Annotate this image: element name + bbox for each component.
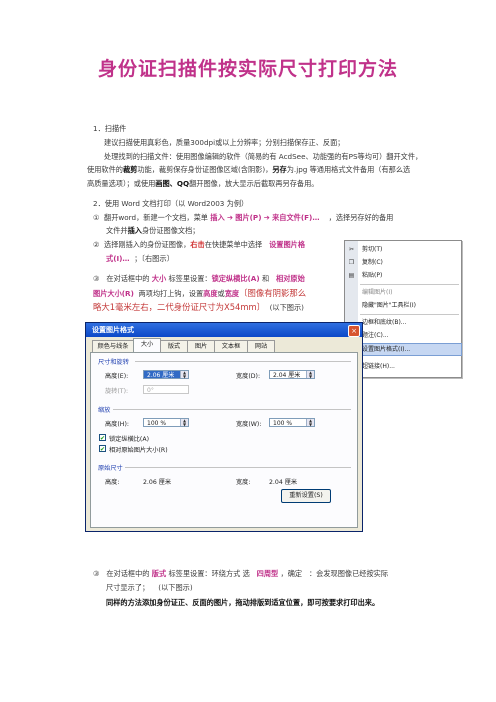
- step4-line1: ③ 在对话框中的 版式 标签里设置：环绕方式 选 四周型 ，确定 ：会发现图像已…: [93, 569, 389, 578]
- spinner-icon[interactable]: ▲ ▼: [180, 419, 188, 426]
- step2-line1: ② 选择刚插入的身份证图像，右击在快捷菜单中选择 设置图片格: [93, 240, 306, 249]
- width-label: 宽度(D):: [236, 373, 261, 380]
- original-height-label: 高度:: [105, 479, 120, 486]
- section1-line4: 高质量选项）；或使用画图、QQ翻开图像，放大显示后截取再另存备用。: [87, 179, 319, 188]
- dialog-titlebar: 设置图片格式 ×: [86, 323, 362, 337]
- spinner-icon[interactable]: ▲ ▼: [180, 371, 188, 378]
- menu-separator: [360, 284, 459, 285]
- height-label: 高度(E):: [105, 373, 129, 380]
- menu-item-edit-picture[interactable]: 编辑图片(I): [345, 287, 461, 298]
- size-tab-panel: 尺寸和旋转 高度(E): 2.06 厘米 ▲ ▼ 宽度(D): 2.04 厘米 ▲ ▼ …: [90, 352, 358, 528]
- section1-heading: 1．扫描件: [93, 124, 127, 133]
- step3-line3: 略大1毫米左右，二代身份证尺寸为X54mm〕 (以下图示): [93, 302, 304, 312]
- dialog-title: 设置图片格式: [92, 326, 134, 334]
- reset-button[interactable]: 重新设置(S): [281, 489, 331, 503]
- section-divider: [113, 409, 351, 410]
- original-width-value: 2.04 厘米: [269, 479, 298, 486]
- rotation-label: 旋转(T):: [105, 388, 129, 395]
- close-icon[interactable]: ×: [348, 325, 360, 337]
- menu-separator: [360, 314, 459, 315]
- relative-size-checkbox[interactable]: ✔: [99, 445, 106, 453]
- scale-height-label: 高度(H):: [105, 421, 129, 428]
- menu-item-copy[interactable]: ❐ 复制(C): [345, 257, 461, 268]
- relative-size-label: 相对原始图片大小(R): [109, 447, 168, 454]
- section-divider: [135, 361, 351, 362]
- scale-width-input[interactable]: 100 % ▲ ▼: [269, 418, 315, 427]
- rotation-input[interactable]: 0°: [143, 385, 189, 394]
- step1-line2: 文件并插入身份证图像文档；: [106, 226, 200, 235]
- document-title: 身份证扫描件按实际尺寸打印方法: [97, 58, 398, 80]
- copy-icon: ❐: [348, 259, 355, 266]
- menu-item-paste[interactable]: ▤ 粘贴(P): [345, 270, 461, 281]
- section1-line2: 处理找到的扫描文件：使用图像编辑的软件（简易的有 AcdSee、功能强的有PS等…: [104, 152, 423, 161]
- paste-icon: ▤: [348, 272, 355, 279]
- final-instruction: 同样的方法添加身份证正、反面的图片，拖动排版到适宜位置，即可按要求打印出来。: [106, 598, 380, 607]
- spinner-icon[interactable]: ▲ ▼: [306, 371, 314, 378]
- menu-item-cut[interactable]: ✂ 剪切(T): [345, 244, 461, 255]
- section2-heading: 2．使用 Word 文档打印（以 Word2003 为例）: [93, 199, 249, 208]
- lock-aspect-label: 锁定纵横比(A): [109, 436, 149, 443]
- step3-line2: 图片大小(R) 两项均打上钩，设置高度或宽度〔图像有阴影那么: [93, 288, 307, 298]
- original-width-label: 宽度:: [236, 479, 251, 486]
- size-rotate-section-label: 尺寸和旋转: [98, 359, 129, 366]
- scale-width-label: 宽度(W):: [236, 421, 262, 428]
- scissors-icon: ✂: [348, 246, 355, 253]
- height-input[interactable]: 2.06 厘米 ▲ ▼: [143, 370, 189, 379]
- step2-line2: 式(I)… ；〔右图示〕: [106, 254, 174, 263]
- step4-line2: 尺寸显示了； (以下图示): [106, 583, 193, 592]
- original-size-section-label: 原始尺寸: [98, 465, 123, 472]
- section1-line1: 建议扫描使用真彩色，质量300dpi或以上分辨率；分别扫描保存正、反面；: [104, 138, 345, 147]
- scale-height-input[interactable]: 100 % ▲ ▼: [143, 418, 189, 427]
- step3-line1: ③ 在对话框中的 大小 标签里设置：锁定纵横比(A) 和 相对原始: [93, 274, 305, 283]
- lock-aspect-checkbox[interactable]: ✔: [99, 434, 106, 442]
- menu-item-hide-toolbar[interactable]: 隐藏"图片"工具栏(I): [345, 300, 461, 311]
- spinner-icon[interactable]: ▲ ▼: [306, 419, 314, 426]
- width-input[interactable]: 2.04 厘米 ▲ ▼: [269, 370, 315, 379]
- step1-line1: ① 翻开word，新建一个文档，菜单 插入 ➔ 图片(P) ➔ 来自文件(F)……: [93, 213, 394, 222]
- original-height-value: 2.06 厘米: [143, 479, 172, 486]
- scale-section-label: 缩放: [98, 407, 111, 414]
- section-divider: [125, 467, 351, 468]
- tab-size[interactable]: 大小: [133, 338, 161, 353]
- section1-line3: 使用软件的裁剪功能，裁剪保存身份证图像区域(含阴影)，另存为.jpg 等通用格式…: [87, 165, 411, 174]
- format-picture-dialog: 设置图片格式 × 颜色与线条 大小 版式 图片 文本框 网站 尺寸和旋转 高度(…: [85, 322, 363, 532]
